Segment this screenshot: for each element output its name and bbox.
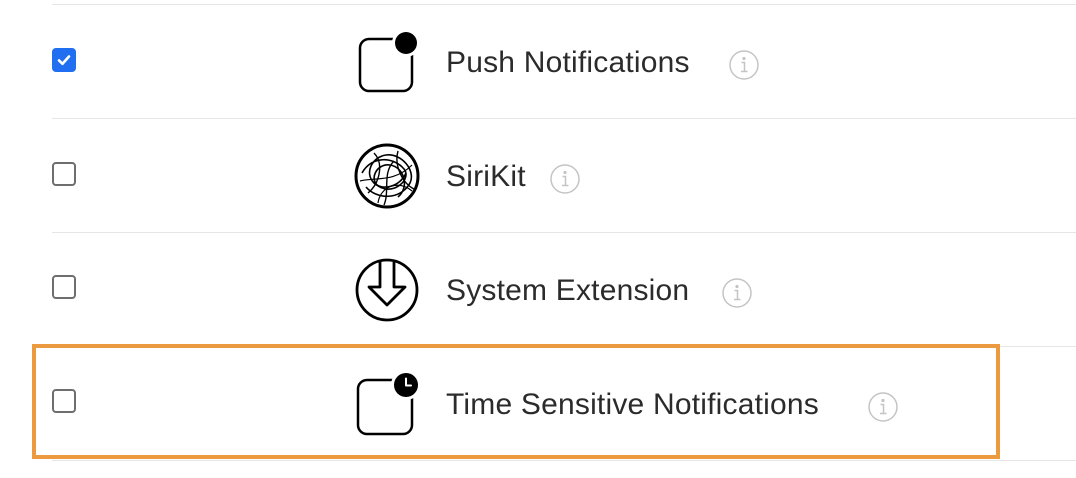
capability-label: Push Notifications xyxy=(446,46,690,79)
sirikit-checkbox[interactable] xyxy=(52,162,76,186)
sirikit-icon xyxy=(354,143,420,209)
info-icon[interactable] xyxy=(868,392,898,422)
push-notifications-icon xyxy=(358,30,420,93)
time-sensitive-notifications-icon xyxy=(356,370,420,436)
capability-label: System Extension xyxy=(446,274,690,307)
capability-label: Time Sensitive Notifications xyxy=(446,388,819,421)
system-extension-checkbox[interactable] xyxy=(52,275,76,299)
push-notifications-checkbox[interactable] xyxy=(52,48,76,72)
checkmark-icon xyxy=(57,55,71,66)
capability-row-push-notifications[interactable]: Push Notifications xyxy=(52,5,1076,117)
system-extension-icon xyxy=(355,258,419,322)
capability-label: SiriKit xyxy=(446,160,526,193)
row-divider xyxy=(52,460,1076,461)
info-icon[interactable] xyxy=(550,164,580,194)
info-icon[interactable] xyxy=(729,50,759,80)
capability-row-sirikit[interactable]: SiriKit xyxy=(52,119,1076,231)
capabilities-list: Push Notifications SiriKit System Extens… xyxy=(52,0,1076,478)
capability-row-time-sensitive-notifications[interactable]: Time Sensitive Notifications xyxy=(52,347,1076,459)
time-sensitive-notifications-checkbox[interactable] xyxy=(52,389,76,413)
info-icon[interactable] xyxy=(722,278,752,308)
capability-row-system-extension[interactable]: System Extension xyxy=(52,233,1076,345)
